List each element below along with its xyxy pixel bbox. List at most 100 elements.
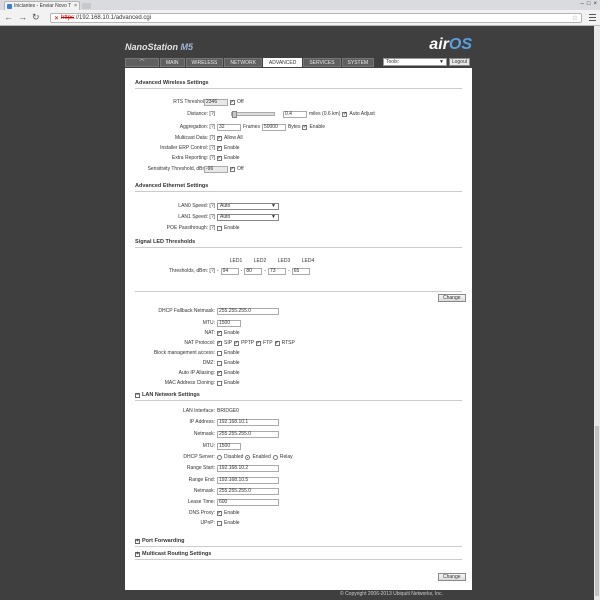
dhcp-fallback-row: DHCP Fallback Netmask: 255.255.255.0 bbox=[125, 307, 472, 315]
lan1-speed-select[interactable]: Auto ▼ bbox=[217, 213, 279, 221]
close-icon[interactable]: × bbox=[74, 3, 77, 9]
tab-system[interactable]: SYSTEM bbox=[341, 58, 375, 67]
section-port-forwarding[interactable]: + Port Forwarding bbox=[135, 538, 184, 544]
net-mtu-input[interactable]: 1500 bbox=[217, 319, 241, 327]
sensitivity-input[interactable]: -96 bbox=[204, 165, 228, 173]
ip-address-label: IP Address: bbox=[189, 419, 215, 425]
lan1-speed-value: Auto bbox=[220, 214, 231, 220]
browser-tab[interactable]: Iniciantes - Enviar Novo T × bbox=[4, 1, 80, 10]
maximize-icon[interactable]: □ bbox=[587, 1, 591, 7]
mac-clone-checkbox[interactable] bbox=[217, 380, 222, 386]
upnp-checkbox[interactable] bbox=[217, 520, 222, 526]
logout-button[interactable]: Logout bbox=[449, 58, 470, 66]
dhcp-disabled-radio[interactable] bbox=[217, 454, 222, 460]
distance-label: Distance: [?] bbox=[187, 111, 215, 117]
tools-select[interactable]: Tools: ▼ bbox=[383, 58, 447, 66]
dhcp-enabled-radio[interactable] bbox=[245, 454, 251, 460]
page-scrollbar[interactable] bbox=[594, 26, 600, 600]
aggregation-frames-input[interactable]: 32 bbox=[217, 123, 241, 131]
ip-address-row: IP Address: 192.168.10.1 bbox=[125, 418, 472, 426]
extra-reporting-checkbox[interactable]: ✓ bbox=[217, 155, 222, 161]
slider-knob[interactable] bbox=[232, 111, 237, 118]
model-prefix: NanoStation bbox=[125, 42, 178, 52]
poe-label: POE Passthrough: [?] bbox=[166, 225, 215, 231]
led2-input[interactable]: 80 bbox=[244, 267, 263, 275]
tools-select-value: Tools: bbox=[386, 59, 400, 65]
upnp-label: UPnP: bbox=[200, 520, 215, 526]
lan1-speed-label: LAN1 Speed: [?] bbox=[178, 214, 215, 220]
back-icon[interactable]: ← bbox=[4, 13, 13, 22]
divider bbox=[135, 559, 462, 560]
sensitivity-off-checkbox[interactable]: ✓ bbox=[230, 166, 235, 172]
tab-network[interactable]: NETWORK bbox=[224, 58, 262, 67]
poe-checkbox[interactable] bbox=[217, 225, 222, 231]
rts-row: RTS Threshold: [?] 2346 ✓ Off bbox=[125, 98, 472, 106]
close-window-icon[interactable]: × bbox=[593, 1, 597, 7]
nat-checkbox[interactable]: ✓ bbox=[217, 330, 222, 336]
dns-proxy-checkbox[interactable]: ✓ bbox=[217, 510, 222, 516]
rts-input[interactable]: 2346 bbox=[204, 98, 228, 106]
distance-slider[interactable] bbox=[231, 111, 275, 118]
model-suffix: M5 bbox=[180, 42, 194, 52]
dmz-checkbox[interactable] bbox=[217, 360, 222, 366]
ftp-checkbox[interactable]: ✓ bbox=[256, 340, 262, 346]
distance-input[interactable]: 0.4 bbox=[283, 110, 307, 118]
led4-input[interactable]: 65 bbox=[291, 267, 310, 275]
bookmark-star-icon[interactable]: ☆ bbox=[572, 14, 578, 22]
address-bar[interactable]: ✕ https ://192.168.10.1/advanced.cgi ☆ bbox=[50, 13, 582, 23]
aggregation-bytes-input[interactable]: 50000 bbox=[261, 123, 286, 131]
led3-input[interactable]: 73 bbox=[268, 267, 287, 275]
rtsp-checkbox[interactable]: ✓ bbox=[274, 340, 280, 346]
new-tab-button[interactable] bbox=[82, 3, 91, 9]
section-multicast-routing[interactable]: + Multicast Routing Settings bbox=[135, 551, 211, 557]
led-thresholds-row: Thresholds, dBm: [?] - 94 - 80 - 73 - 65 bbox=[125, 267, 472, 275]
ip-address-input[interactable]: 192.168.10.1 bbox=[217, 418, 279, 426]
lease-time-label: Lease Time: bbox=[187, 499, 215, 505]
tab-main[interactable]: MAIN bbox=[160, 58, 185, 67]
block-mgmt-checkbox[interactable] bbox=[217, 350, 222, 356]
rtsp-label: RTSP bbox=[281, 340, 295, 346]
dhcp-fallback-input[interactable]: 255.255.255.0 bbox=[217, 307, 279, 315]
ubnt-logo-tab[interactable]: ⌒ bbox=[125, 58, 159, 67]
section-lan-network[interactable]: – LAN Network Settings bbox=[135, 392, 200, 398]
aggregation-enable-checkbox[interactable]: ✓ bbox=[302, 124, 308, 130]
forward-icon[interactable]: → bbox=[18, 13, 27, 22]
auto-adjust-checkbox[interactable]: ✓ bbox=[342, 111, 348, 117]
lan-interface-label: LAN Interface: bbox=[183, 408, 215, 414]
range-end-input[interactable]: 192.168.10.5 bbox=[217, 476, 279, 484]
range-start-input[interactable]: 192.168.10.2 bbox=[217, 464, 279, 472]
change-button-bottom[interactable]: Change bbox=[438, 573, 466, 581]
lan0-speed-select[interactable]: Auto ▼ bbox=[217, 202, 279, 210]
erp-checkbox[interactable]: ✓ bbox=[217, 145, 222, 151]
expand-icon[interactable]: + bbox=[135, 538, 140, 544]
dns-enable-label: Enable bbox=[224, 510, 240, 516]
favicon-icon bbox=[7, 3, 12, 9]
reload-icon[interactable]: ↻ bbox=[32, 13, 40, 22]
lan-mtu-input[interactable]: 1500 bbox=[217, 442, 241, 450]
pptp-checkbox[interactable]: ✓ bbox=[234, 340, 240, 346]
change-button[interactable]: Change bbox=[438, 294, 466, 302]
netmask-input[interactable]: 255.255.255.0 bbox=[217, 430, 279, 438]
browser-menu-icon[interactable] bbox=[589, 14, 596, 21]
aggregation-label: Aggregation: [?] bbox=[179, 124, 215, 130]
expand-icon[interactable]: + bbox=[135, 551, 140, 557]
lan1-speed-row: LAN1 Speed: [?] Auto ▼ bbox=[125, 213, 472, 221]
sip-checkbox[interactable]: ✓ bbox=[217, 340, 222, 346]
tab-wireless[interactable]: WIRELESS bbox=[185, 58, 224, 67]
net-mtu-label: MTU: bbox=[202, 320, 215, 326]
dhcp-netmask-input[interactable]: 255.255.255.0 bbox=[217, 487, 279, 495]
browser-toolbar: ← → ↻ ✕ https ://192.168.10.1/advanced.c… bbox=[0, 10, 600, 26]
led1-input[interactable]: 94 bbox=[220, 267, 239, 275]
auto-alias-checkbox[interactable]: ✓ bbox=[217, 370, 222, 376]
tab-services[interactable]: SERVICES bbox=[303, 58, 341, 67]
rts-off-checkbox[interactable]: ✓ bbox=[230, 99, 235, 105]
collapse-icon[interactable]: – bbox=[135, 392, 140, 398]
minimize-icon[interactable]: – bbox=[581, 1, 584, 7]
dhcp-relay-radio[interactable] bbox=[272, 454, 278, 460]
port-forwarding-title: Port Forwarding bbox=[142, 538, 185, 544]
lease-time-input[interactable]: 600 bbox=[217, 498, 279, 506]
scrollbar-thumb[interactable] bbox=[595, 426, 599, 596]
dmz-label: DMZ: bbox=[202, 360, 215, 366]
multicast-checkbox[interactable]: ✓ bbox=[217, 135, 222, 141]
tab-advanced[interactable]: ADVANCED bbox=[262, 58, 303, 67]
